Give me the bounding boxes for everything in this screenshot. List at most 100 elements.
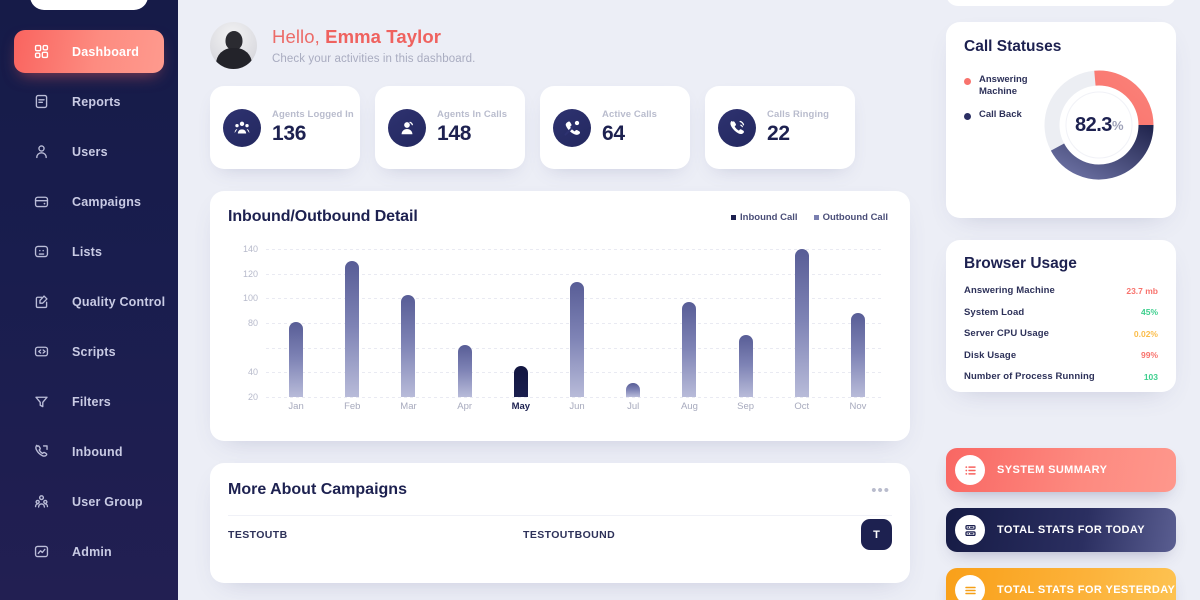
bar[interactable]	[345, 261, 360, 397]
campaign-type: TESTOUTBOUND	[523, 528, 616, 541]
greeting-subtitle: Check your activities in this dashboard.	[272, 53, 476, 65]
sidebar-item-label: Lists	[72, 244, 103, 259]
x-tick-label: Mar	[400, 401, 417, 412]
action-button-navy[interactable]: TOTAL STATS FOR TODAY	[946, 508, 1176, 552]
logo	[30, 0, 148, 10]
sidebar-item-admin[interactable]: Admin	[14, 530, 164, 573]
x-tick-label: Jan	[288, 401, 304, 412]
avatar-head	[225, 30, 242, 50]
greeting-text: Hello, Emma Taylor Check your activities…	[272, 26, 475, 65]
sidebar-item-campaigns[interactable]: Campaigns	[14, 180, 164, 223]
sidebar-item-label: Reports	[72, 94, 121, 109]
ringing-phone-icon	[718, 108, 756, 147]
status-legend-dot	[964, 78, 971, 85]
browser-usage-label: Server CPU Usage	[964, 328, 1050, 339]
bar-column[interactable]	[493, 249, 549, 397]
legend-swatch	[731, 214, 737, 220]
stat-label: Agents Logged In	[272, 109, 354, 120]
bar-chart-plot: 20 40 80 100 120 140 Jan Feb Mar Apr May Jun Jul Aug…	[228, 244, 892, 429]
stat-label: Active Calls	[602, 109, 658, 120]
bar-column[interactable]	[718, 249, 774, 397]
stat-cards: Agents Logged In 136 Agents In Calls 148…	[178, 69, 938, 169]
chart-header: Inbound/Outbound Detail Inbound Call Out…	[210, 191, 910, 226]
stat-value: 64	[602, 122, 625, 145]
bar-column[interactable]	[380, 249, 436, 397]
bar[interactable]	[513, 366, 528, 397]
legend-item: Outbound Call	[813, 211, 888, 223]
status-legend-item: Call Back	[964, 109, 1033, 121]
server-icon	[955, 515, 985, 545]
bar-column[interactable]	[774, 249, 830, 397]
stat-text: Active Calls 64	[602, 109, 657, 146]
stat-label: Agents In Calls	[437, 109, 508, 120]
sidebar-item-label: Campaigns	[72, 194, 142, 209]
bar[interactable]	[289, 321, 304, 397]
stat-card[interactable]: Calls Ringing 22	[705, 86, 855, 169]
stat-card[interactable]: Active Calls 64	[540, 86, 690, 169]
bar[interactable]	[457, 345, 472, 397]
stat-card[interactable]: Agents Logged In 136	[210, 86, 360, 169]
action-button-amber[interactable]: TOTAL STATS FOR YESTERDAY	[946, 568, 1176, 600]
donut-center-value: 82.3%	[1038, 64, 1160, 186]
bar[interactable]	[401, 294, 416, 397]
sidebar-item-users[interactable]: Users	[14, 130, 164, 173]
browser-usage-row: Answering Machine 23.7 mb	[964, 285, 1158, 296]
bar-column[interactable]	[268, 249, 324, 397]
edit-icon	[30, 291, 52, 313]
grid-line	[266, 397, 884, 398]
sidebar-item-quality-control[interactable]: Quality Control	[14, 280, 165, 323]
sidebar-item-scripts[interactable]: Scripts	[14, 330, 164, 373]
chart-legend: Inbound Call Outbound Call	[731, 212, 888, 223]
sidebar-item-dashboard[interactable]: Dashboard	[14, 30, 164, 73]
bar-column[interactable]	[830, 249, 886, 397]
user-name: Emma Taylor	[325, 26, 442, 47]
users-group-icon	[30, 491, 52, 513]
bar-column[interactable]	[324, 249, 380, 397]
browser-usage-value: 103	[1143, 371, 1158, 382]
sidebar-item-user-group[interactable]: User Group	[14, 480, 164, 523]
campaigns-rows: TESTOUTB TESTOUTBOUND T	[210, 499, 910, 550]
x-tick-label: Feb	[344, 401, 361, 412]
bar[interactable]	[794, 249, 809, 397]
inbound-outbound-card: Inbound/Outbound Detail Inbound Call Out…	[210, 191, 910, 441]
bar[interactable]	[682, 302, 697, 397]
chart-title: Inbound/Outbound Detail	[228, 208, 418, 225]
stat-text: Agents In Calls 148	[437, 109, 507, 146]
call-statuses-legend: Answering Machine Call Back	[964, 74, 1033, 132]
x-tick-label: Aug	[680, 401, 698, 412]
legend-swatch	[813, 214, 819, 220]
sidebar-item-label: Admin	[72, 544, 112, 559]
bar-column[interactable]	[605, 249, 661, 397]
sidebar-item-lists[interactable]: Lists	[14, 230, 164, 273]
sidebar-nav: Dashboard Reports Users Campaigns Lists …	[0, 30, 178, 580]
checklist-icon	[955, 455, 985, 485]
avatar[interactable]	[210, 22, 257, 69]
browser-usage-value: 45%	[1140, 307, 1158, 317]
sidebar-item-reports[interactable]: Reports	[14, 80, 164, 123]
greeting-prefix: Hello,	[272, 26, 326, 47]
bar[interactable]	[738, 335, 753, 397]
action-button-coral[interactable]: SYSTEM SUMMARY	[946, 448, 1176, 492]
sidebar-item-inbound[interactable]: Inbound	[14, 430, 164, 473]
ellipsis-icon[interactable]: •••	[871, 482, 890, 499]
sidebar-item-label: Filters	[72, 394, 111, 409]
bar[interactable]	[626, 383, 641, 397]
bar[interactable]	[850, 313, 865, 397]
bar-column[interactable]	[661, 249, 717, 397]
bar[interactable]	[570, 282, 585, 397]
table-row[interactable]: TESTOUTB TESTOUTBOUND T	[210, 499, 910, 550]
list-icon	[30, 241, 52, 263]
document-icon	[30, 91, 52, 113]
bar-column[interactable]	[549, 249, 605, 397]
avatar-body	[215, 48, 252, 69]
rail-top-card-stub	[946, 0, 1176, 6]
bar-column[interactable]	[437, 249, 493, 397]
stat-card[interactable]: Agents In Calls 148	[375, 86, 525, 169]
stat-label: Calls Ringing	[767, 109, 829, 120]
sidebar-item-filters[interactable]: Filters	[14, 380, 164, 423]
legend-label: Outbound Call	[822, 211, 888, 223]
browser-usage-card: Browser Usage Answering Machine 23.7 mb …	[946, 240, 1176, 392]
donut-unit: %	[1111, 117, 1124, 133]
x-tick-label: Sep	[737, 401, 755, 412]
legend-item: Inbound Call	[731, 212, 798, 223]
